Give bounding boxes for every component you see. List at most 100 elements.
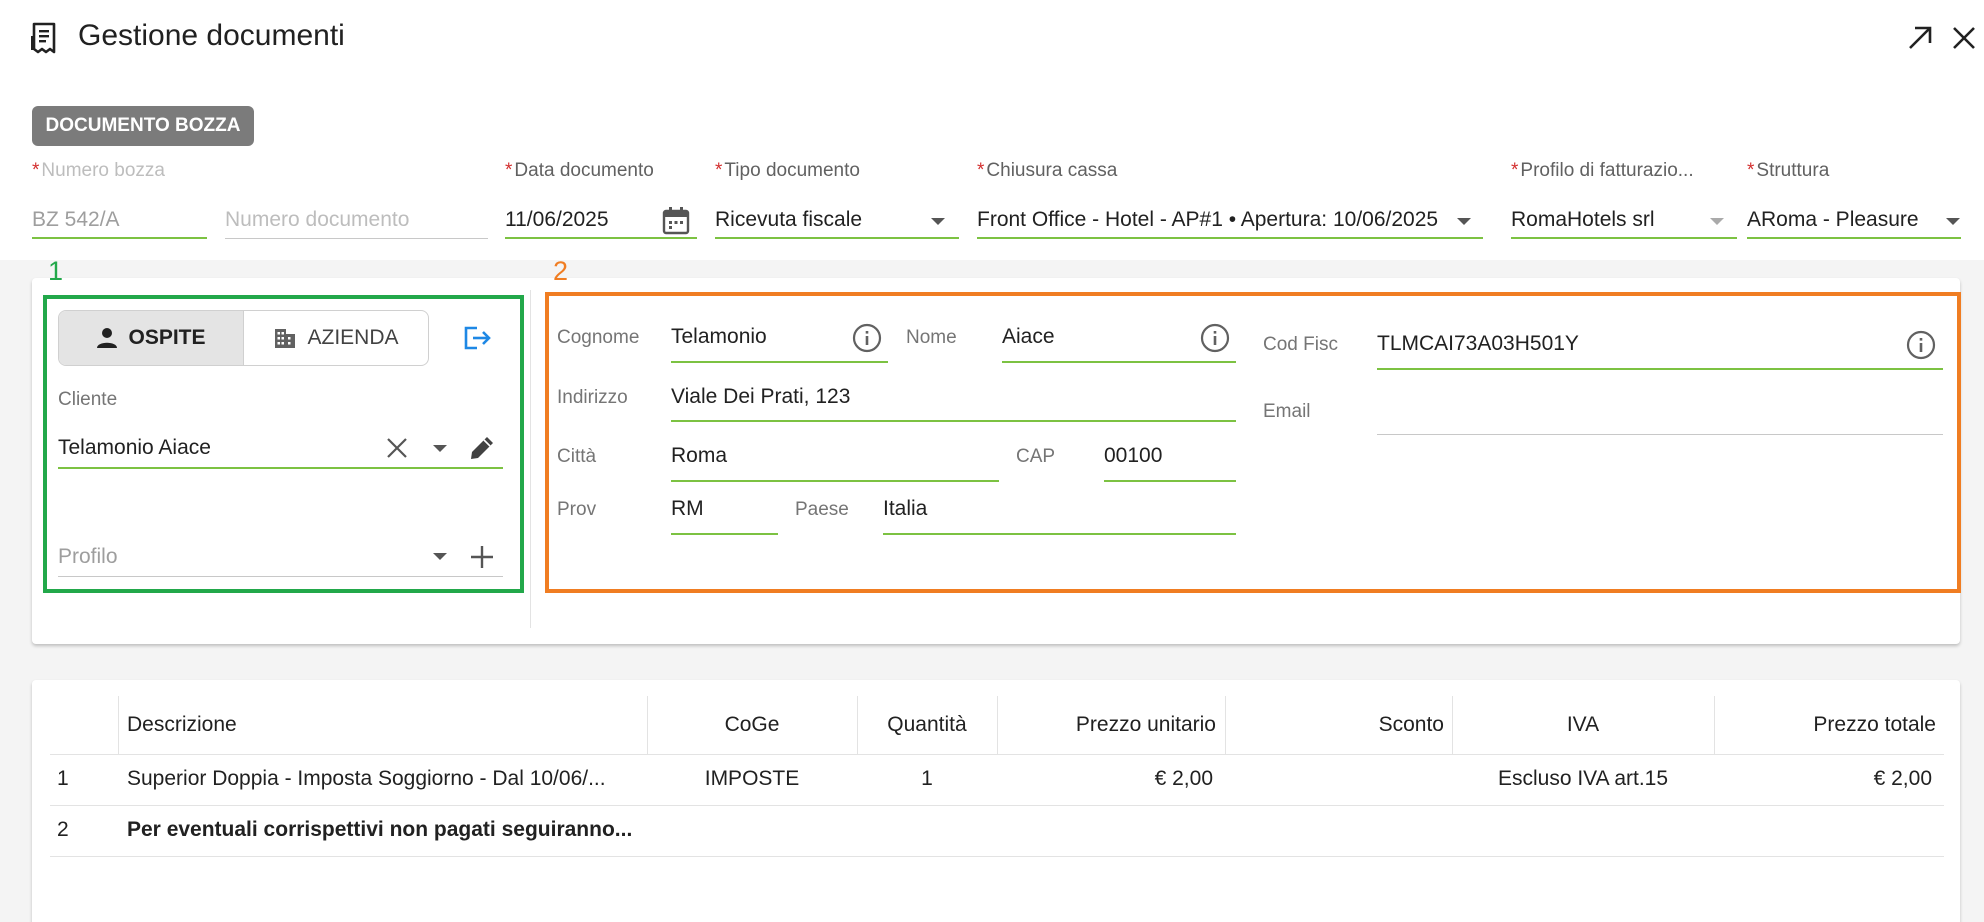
profilo-select[interactable]: Profilo [58,545,118,569]
row-descrizione: Superior Doppia - Imposta Soggiorno - Da… [127,767,606,790]
clear-icon[interactable] [385,436,409,460]
add-icon[interactable] [469,544,495,570]
email-underline [1377,434,1943,435]
numero-bozza-label: * Numero bozza [32,160,165,181]
prov-field[interactable]: RM [671,497,704,521]
numero-bozza-underline [32,237,207,239]
column-header-quantita[interactable]: Quantità [857,713,997,737]
cod-fisc-label: Cod Fisc [1263,334,1338,355]
close-button[interactable] [1948,22,1980,54]
person-icon [97,328,118,348]
page-title: Gestione documenti [78,19,345,52]
info-icon[interactable] [1906,330,1936,360]
nome-underline [1002,361,1236,363]
paese-underline [883,533,1236,535]
column-header-prezzo-totale[interactable]: Prezzo totale [1714,713,1936,737]
paese-field[interactable]: Italia [883,497,927,521]
column-header-prezzo-unitario[interactable]: Prezzo unitario [997,713,1216,737]
document-receipt-icon [30,22,58,54]
tipo-documento-select[interactable]: Ricevuta fiscale [715,208,915,232]
struttura-select[interactable]: ARoma - Pleasure [1747,208,1932,232]
column-header-iva[interactable]: IVA [1452,713,1714,737]
email-label: Email [1263,401,1311,422]
chevron-down-icon[interactable] [433,553,447,560]
divider [530,290,531,628]
numero-documento-field[interactable]: Numero documento [225,208,409,232]
column-separator [118,696,119,754]
citta-underline [671,480,999,482]
toggle-azienda[interactable]: AZIENDA [243,311,428,365]
column-header-descrizione[interactable]: Descrizione [127,713,237,737]
row-descrizione: Per eventuali corrispettivi non pagati s… [127,818,633,841]
annotation-label-1: 1 [48,256,64,286]
chiusura-cassa-select[interactable]: Front Office - Hotel - AP#1 • Apertura: … [977,208,1469,232]
citta-label: Città [557,446,597,467]
building-icon [275,329,296,348]
info-icon[interactable] [852,323,882,353]
logout-icon[interactable] [462,324,492,352]
cognome-label: Cognome [557,327,640,348]
cliente-select[interactable]: Telamonio Aiace [58,436,211,460]
data-documento-label: * Data documento [505,160,654,181]
cod-fisc-field[interactable]: TLMCAI73A03H501Y [1377,332,1579,356]
row-divider [50,856,1944,857]
indirizzo-underline [671,420,1236,422]
table-row[interactable]: 2 Per eventuali corrispettivi non pagati… [50,806,1944,856]
annotation-label-2: 2 [553,256,569,286]
tipo-documento-label: * Tipo documento [715,160,860,181]
chiusura-cassa-underline [977,237,1483,239]
column-header-sconto[interactable]: Sconto [1225,713,1444,737]
nome-field[interactable]: Aiace [1002,325,1055,349]
struttura-underline [1747,237,1961,239]
numero-bozza-field: BZ 542/A [32,208,120,231]
profilo-fatturazione-underline [1511,237,1737,239]
cognome-field[interactable]: Telamonio [671,325,767,349]
chevron-down-icon[interactable] [1457,218,1471,225]
cognome-underline [671,361,888,363]
prov-label: Prov [557,499,597,520]
edit-pencil-icon[interactable] [467,433,497,463]
row-coge: IMPOSTE [704,767,800,790]
cap-field[interactable]: 00100 [1104,444,1162,468]
info-icon[interactable] [1200,323,1230,353]
chiusura-cassa-label: * Chiusura cassa [977,160,1118,181]
row-prezzo-totale: € 2,00 [1873,767,1932,790]
row-number: 2 [57,818,69,841]
chevron-down-icon[interactable] [433,445,447,452]
toggle-ospite[interactable]: OSPITE [59,311,243,365]
row-quantita: 1 [921,767,933,790]
prov-underline [671,533,778,535]
profilo-fatturazione-label: * Profilo di fatturazio... [1511,160,1694,181]
arrow-up-right-icon [1909,26,1932,49]
expand-button[interactable] [1904,22,1936,54]
tipo-documento-underline [715,237,959,239]
cap-label: CAP [1016,446,1056,467]
row-iva: Escluso IVA art.15 [1497,767,1669,790]
cod-fisc-underline [1377,368,1943,370]
indirizzo-field[interactable]: Viale Dei Prati, 123 [671,385,850,409]
profilo-underline [58,576,503,577]
data-documento-underline [505,237,697,239]
chevron-down-icon[interactable] [931,218,945,225]
numero-documento-underline [225,238,488,239]
close-icon [1953,27,1975,49]
cliente-underline [58,467,503,469]
row-number: 1 [57,767,69,790]
nome-label: Nome [906,327,957,348]
table-row[interactable]: 1 Superior Doppia - Imposta Soggiorno - … [50,755,1944,805]
cap-underline [1104,480,1236,482]
paese-label: Paese [795,499,849,520]
row-prezzo-unitario: € 2,00 [1154,767,1213,790]
chevron-down-icon[interactable] [1946,218,1960,225]
cliente-label: Cliente [58,389,118,410]
struttura-label: * Struttura [1747,160,1830,181]
profilo-fatturazione-select[interactable]: RomaHotels srl [1511,208,1701,232]
indirizzo-label: Indirizzo [557,387,628,408]
document-lines-table: Descrizione CoGe Quantità Prezzo unitari… [50,696,1944,922]
calendar-icon[interactable] [662,206,690,236]
chevron-down-icon[interactable] [1710,218,1724,225]
citta-field[interactable]: Roma [671,444,727,468]
status-badge: DOCUMENTO BOZZA [32,106,254,146]
data-documento-field[interactable]: 11/06/2025 [505,208,609,232]
column-header-coge[interactable]: CoGe [647,713,857,737]
